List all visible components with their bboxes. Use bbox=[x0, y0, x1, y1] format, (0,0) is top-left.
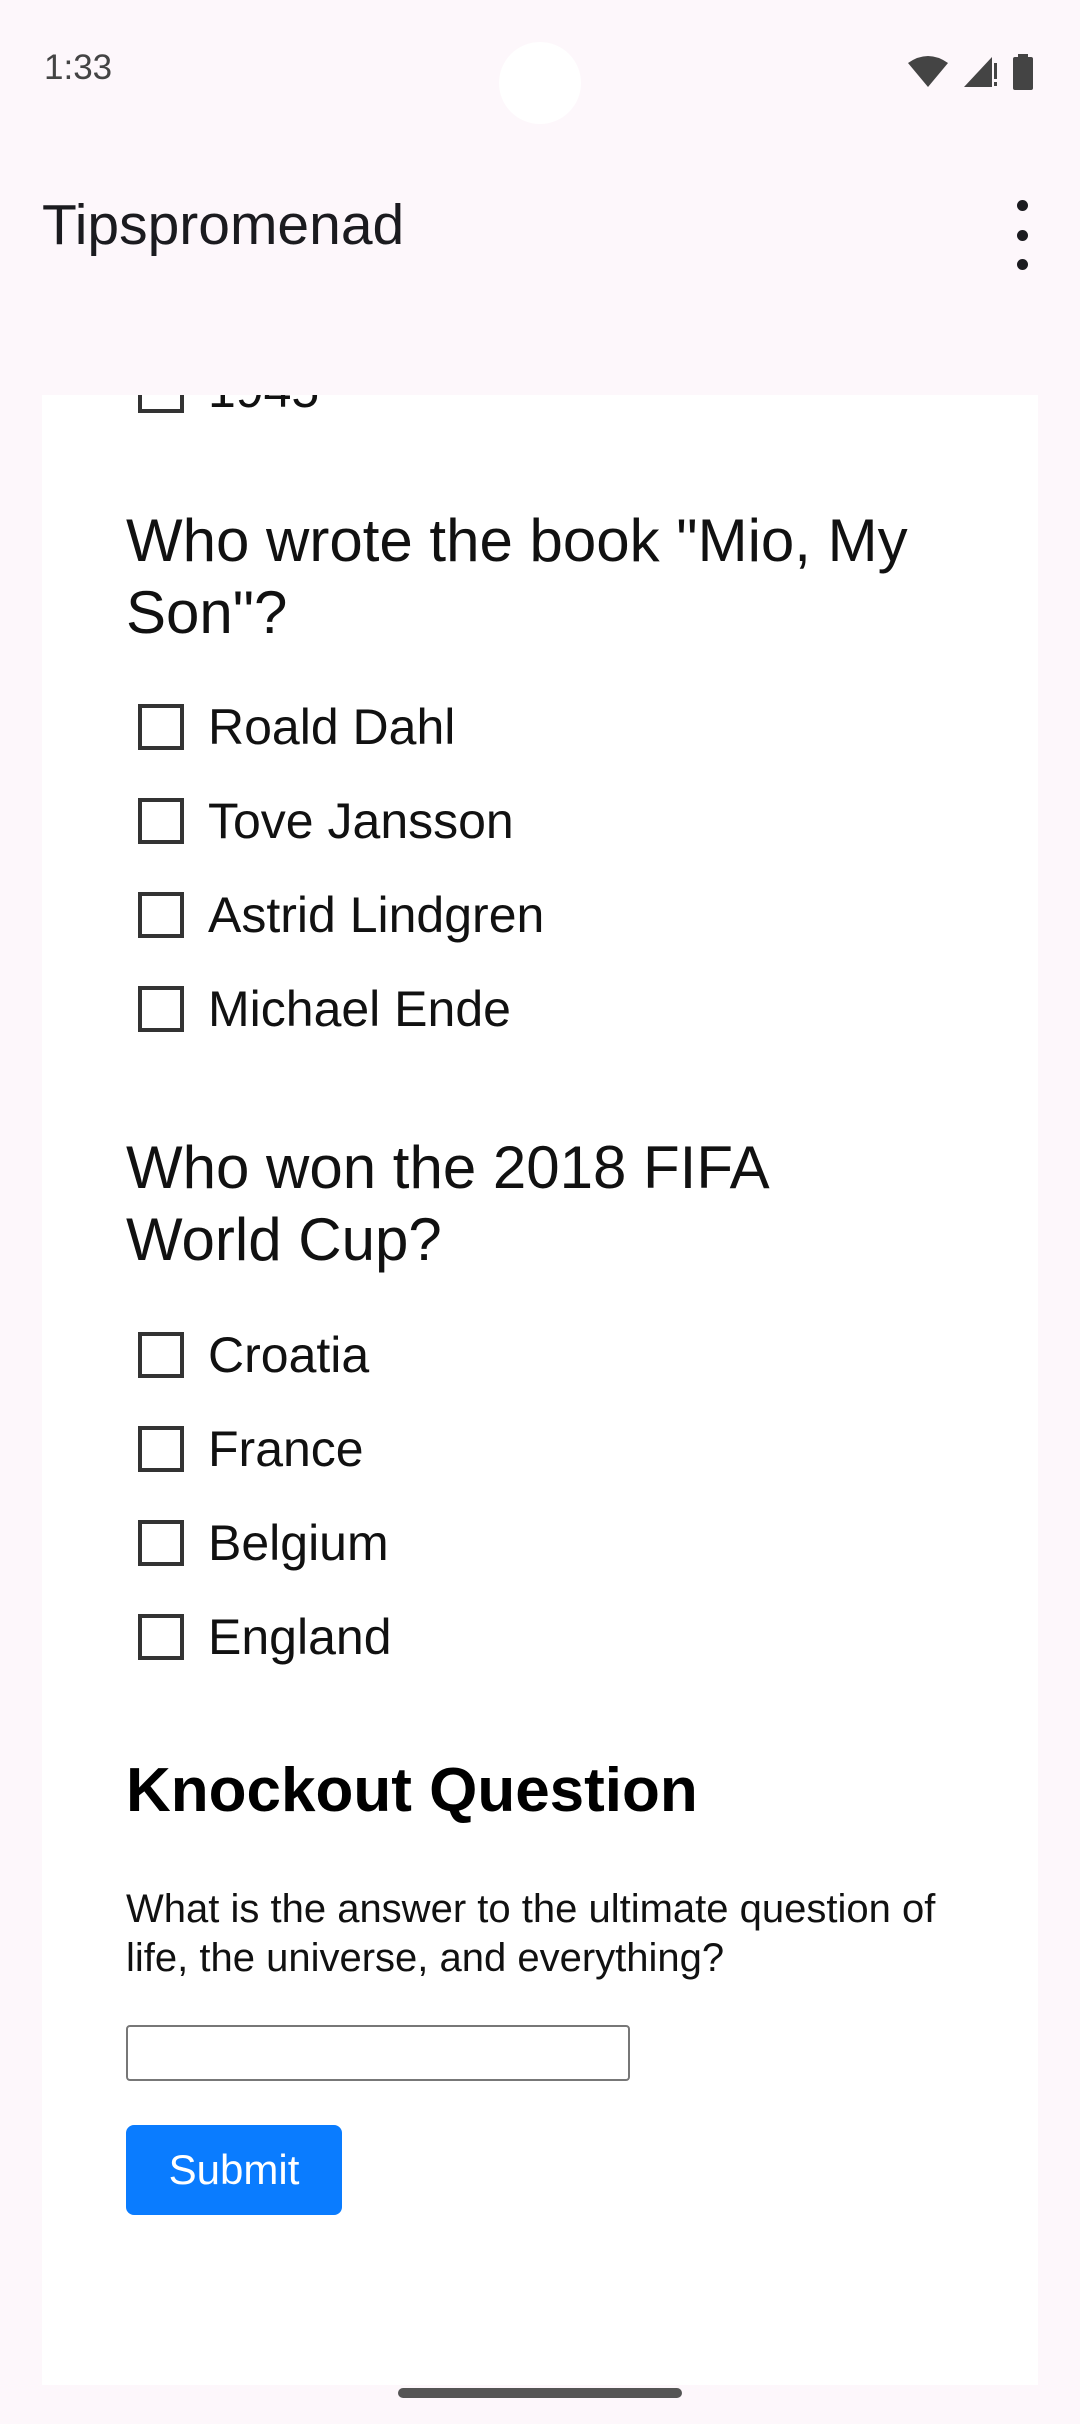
checkbox[interactable] bbox=[138, 986, 184, 1032]
answer-input[interactable] bbox=[126, 2025, 630, 2081]
quiz-content: 1945 Who wrote the book "Mio, My Son"? R… bbox=[42, 395, 1038, 2385]
more-options-button[interactable] bbox=[1000, 200, 1044, 270]
option-q1-3[interactable]: Astrid Lindgren bbox=[138, 885, 544, 945]
option-label: Astrid Lindgren bbox=[208, 887, 545, 943]
checkbox[interactable] bbox=[138, 1520, 184, 1566]
checkbox[interactable] bbox=[138, 892, 184, 938]
wifi-icon bbox=[908, 56, 948, 87]
option-q1-4[interactable]: Michael Ende bbox=[138, 979, 511, 1039]
status-icons bbox=[908, 52, 1034, 92]
question-text: Who won the 2018 FIFA World Cup? bbox=[126, 1134, 767, 1273]
signal-icon bbox=[964, 57, 997, 87]
knockout-question-text: What is the answer to the ultimate quest… bbox=[126, 1887, 936, 1980]
option-label: Belgium bbox=[208, 1515, 389, 1571]
option-label: France bbox=[208, 1421, 364, 1477]
app-bar: Tipspromenad bbox=[0, 140, 1080, 395]
option-q2-3[interactable]: Belgium bbox=[138, 1513, 389, 1573]
option-q2-1[interactable]: Croatia bbox=[138, 1325, 369, 1385]
option-label: England bbox=[208, 1609, 392, 1665]
checkbox[interactable] bbox=[138, 798, 184, 844]
option-label: Michael Ende bbox=[208, 981, 511, 1037]
question-text: Who wrote the book "Mio, My Son"? bbox=[126, 507, 908, 646]
checkbox[interactable] bbox=[138, 1426, 184, 1472]
option-q1-2[interactable]: Tove Jansson bbox=[138, 791, 514, 851]
option-q2-4[interactable]: England bbox=[138, 1607, 392, 1667]
option-q1-1[interactable]: Roald Dahl bbox=[138, 697, 455, 757]
option-label: Roald Dahl bbox=[208, 699, 456, 755]
option-partial[interactable]: 1945 bbox=[138, 395, 319, 419]
status-time: 1:33 bbox=[44, 48, 113, 87]
checkbox[interactable] bbox=[138, 395, 184, 413]
submit-button[interactable]: Submit bbox=[126, 2125, 342, 2215]
option-q2-2[interactable]: France bbox=[138, 1419, 364, 1479]
checkbox[interactable] bbox=[138, 704, 184, 750]
battery-icon bbox=[1013, 54, 1033, 90]
checkbox[interactable] bbox=[138, 1614, 184, 1660]
knockout-title: Knockout Question bbox=[126, 1756, 698, 1825]
more-vert-icon bbox=[1016, 200, 1028, 211]
option-label: Croatia bbox=[208, 1327, 370, 1383]
option-label: Tove Jansson bbox=[208, 793, 514, 849]
camera-cutout bbox=[499, 42, 581, 124]
home-indicator[interactable] bbox=[398, 2388, 682, 2398]
checkbox[interactable] bbox=[138, 1332, 184, 1378]
option-label: 1945 bbox=[208, 395, 319, 419]
status-bar: 1:33 bbox=[0, 0, 1080, 140]
app-title: Tipspromenad bbox=[42, 193, 405, 257]
